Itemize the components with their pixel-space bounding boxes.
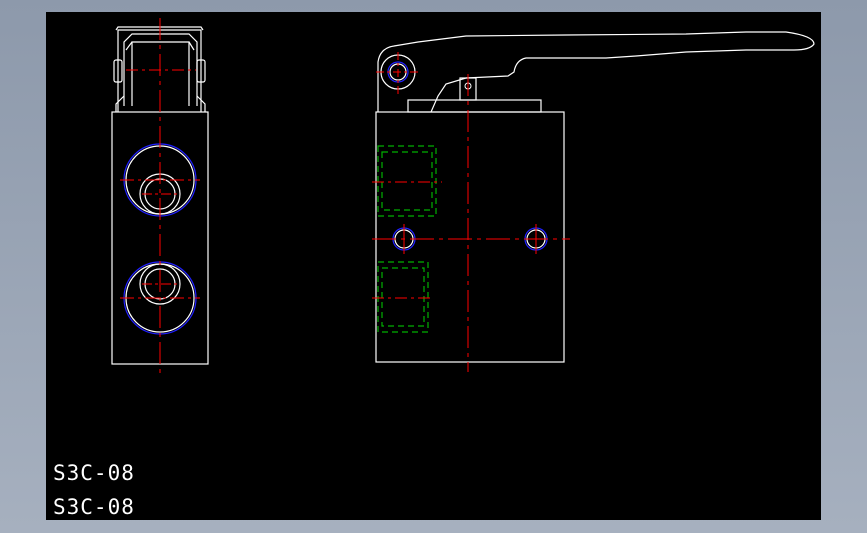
side-view [111,18,209,374]
lever-pivot [376,52,420,94]
drawing-label: S3C-08 [53,495,135,519]
cad-drawing [111,18,815,374]
drawing-label: S3C-08 [53,461,135,485]
front-view [372,31,815,372]
cad-viewport[interactable]: S3C-08 S3C-08 [46,12,821,520]
